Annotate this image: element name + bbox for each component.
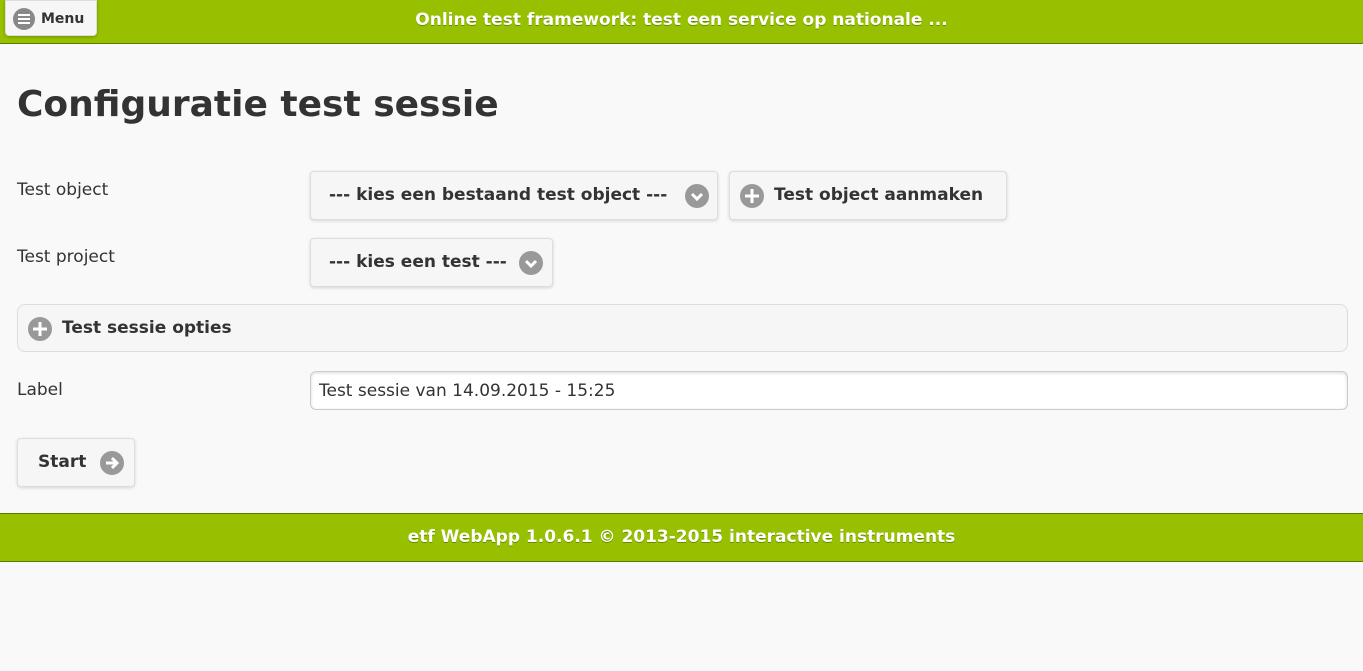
- chevron-down-icon: [519, 251, 543, 275]
- arrow-right-icon: [100, 451, 124, 475]
- menu-button[interactable]: Menu: [5, 0, 97, 36]
- test-object-select[interactable]: --- kies een bestaand test object ---: [310, 171, 718, 220]
- label-input[interactable]: [310, 371, 1348, 410]
- test-object-label: Test object: [17, 180, 109, 200]
- plus-icon: [740, 184, 764, 208]
- start-button-label: Start: [38, 452, 87, 472]
- test-object-select-value: --- kies een bestaand test object ---: [329, 185, 668, 205]
- test-session-options-toggle[interactable]: Test sessie opties: [17, 304, 1348, 352]
- start-button[interactable]: Start: [17, 438, 135, 487]
- footer-text: etf WebApp 1.0.6.1 © 2013-2015 interacti…: [407, 527, 956, 547]
- test-project-select-value: --- kies een test ---: [329, 252, 507, 272]
- app-title: Online test framework: test een service …: [415, 10, 948, 30]
- test-session-options-label: Test sessie opties: [62, 318, 232, 338]
- create-test-object-label: Test object aanmaken: [774, 185, 984, 205]
- plus-icon: [28, 317, 52, 341]
- label-field-label: Label: [17, 380, 63, 400]
- create-test-object-button[interactable]: Test object aanmaken: [729, 171, 1007, 220]
- chevron-down-icon: [685, 184, 709, 208]
- test-project-label: Test project: [17, 247, 115, 267]
- test-project-select[interactable]: --- kies een test ---: [310, 238, 553, 287]
- footer-bar: etf WebApp 1.0.6.1 © 2013-2015 interacti…: [0, 513, 1363, 562]
- page-title: Configuratie test sessie: [17, 84, 499, 125]
- hamburger-icon: [13, 8, 35, 30]
- menu-label: Menu: [41, 11, 85, 27]
- header-bar: Online test framework: test een service …: [0, 0, 1363, 44]
